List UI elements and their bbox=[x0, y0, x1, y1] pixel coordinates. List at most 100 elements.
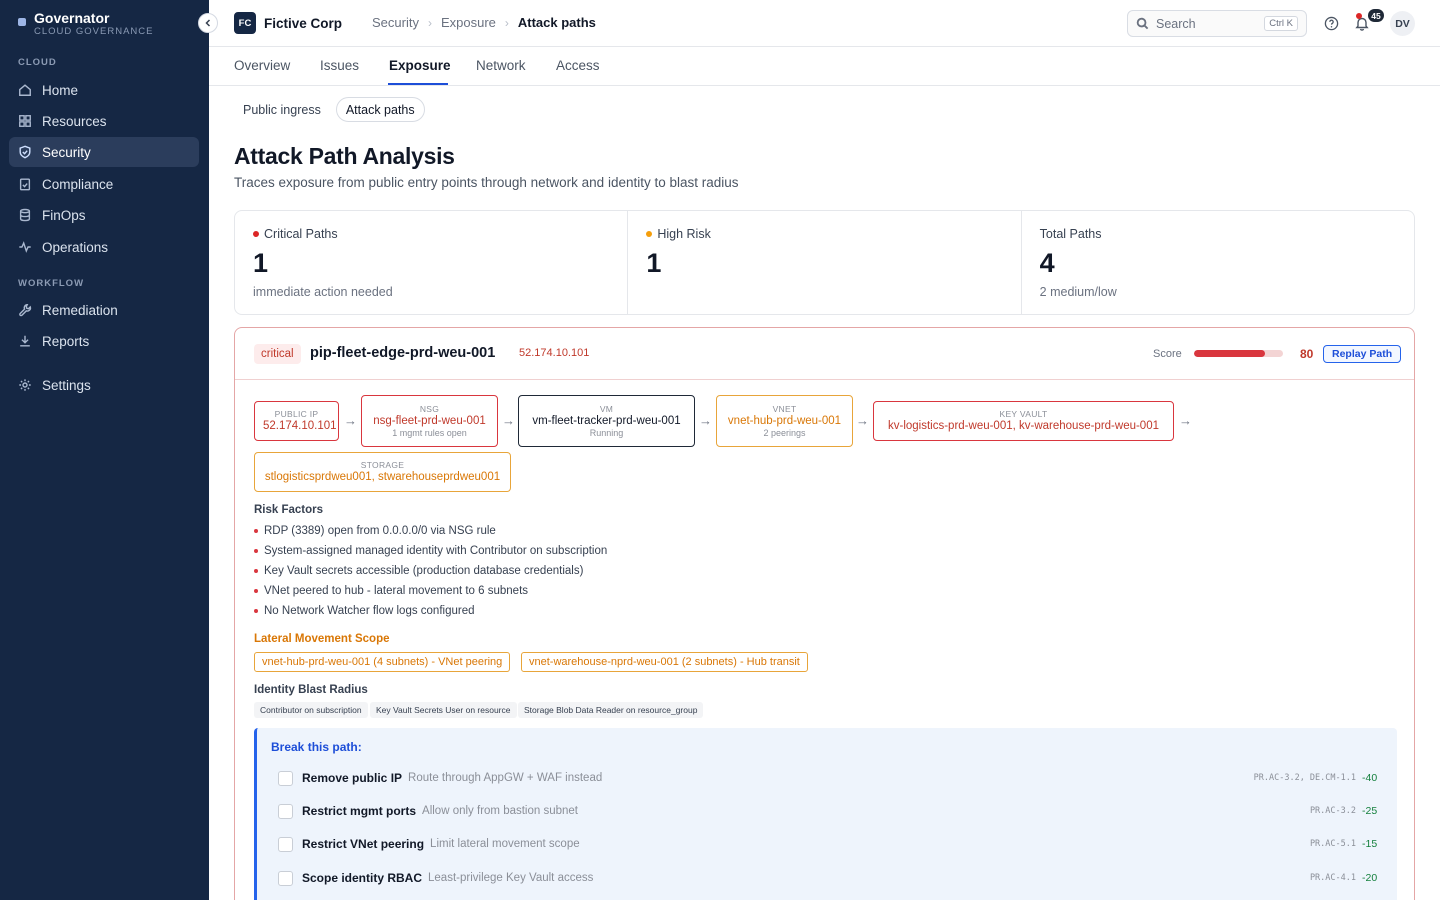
node-name: nsg-fleet-prd-weu-001 bbox=[373, 415, 486, 427]
stat-value: 4 bbox=[1039, 248, 1055, 278]
page-title: Attack Path Analysis bbox=[234, 143, 455, 169]
fix-option[interactable]: Restrict mgmt ports Allow only from bast… bbox=[278, 803, 1378, 819]
search-placeholder: Search bbox=[1156, 16, 1196, 31]
lateral-scope-chip[interactable]: vnet-warehouse-nprd-weu-001 (2 subnets) … bbox=[521, 652, 808, 672]
fix-checkbox[interactable] bbox=[278, 836, 293, 852]
stat-value: 1 bbox=[646, 248, 662, 278]
tab-issues[interactable]: Issues bbox=[320, 58, 359, 73]
fix-option[interactable]: Restrict VNet peering Limit lateral move… bbox=[278, 836, 1378, 852]
attack-path-card: critical pip-fleet-edge-prd-weu-001 52.1… bbox=[234, 327, 1415, 900]
path-node-public-ip[interactable]: PUBLIC IP 52.174.10.101 bbox=[254, 401, 339, 441]
lateral-scope-chip[interactable]: vnet-hub-prd-weu-001 (4 subnets) - VNet … bbox=[254, 652, 511, 672]
active-tab-indicator bbox=[388, 83, 448, 85]
fix-checkbox[interactable] bbox=[278, 803, 293, 819]
sidebar-item-label: Reports bbox=[42, 333, 90, 349]
breadcrumb-item[interactable]: Security bbox=[372, 15, 419, 30]
risk-text: Key Vault secrets accessible (production… bbox=[264, 565, 584, 577]
sidebar-item-home[interactable]: Home bbox=[9, 75, 199, 105]
identity-role-chip: Storage Blob Data Reader on resource_gro… bbox=[518, 702, 704, 718]
path-node-storage[interactable]: STORAGE stlogisticsprdweu001, stwarehous… bbox=[254, 452, 511, 492]
sidebar-item-settings[interactable]: Settings bbox=[9, 370, 199, 400]
sidebar: Governator CLOUD GOVERNANCE CLOUD Home R… bbox=[0, 0, 209, 900]
subtab-attack-paths[interactable]: Attack paths bbox=[335, 97, 425, 122]
path-node-nsg[interactable]: NSG nsg-fleet-prd-weu-001 1 mgmt rules o… bbox=[361, 395, 498, 447]
fix-controls: PR.AC-3.2, DE.CM-1.1 bbox=[1253, 773, 1356, 783]
identity-role-chip: Key Vault Secrets User on resource bbox=[370, 702, 517, 718]
risk-item: No Network Watcher flow logs configured bbox=[254, 605, 475, 617]
arrow-right-icon: → bbox=[1179, 413, 1192, 428]
bullet-icon bbox=[254, 549, 258, 553]
path-node-vnet[interactable]: VNET vnet-hub-prd-weu-001 2 peerings bbox=[716, 395, 853, 447]
breadcrumb-item[interactable]: Exposure bbox=[441, 15, 496, 30]
sidebar-item-reports[interactable]: Reports bbox=[9, 326, 199, 356]
arrow-right-icon: → bbox=[699, 413, 712, 428]
avatar[interactable]: DV bbox=[1390, 11, 1415, 36]
stat-label: Total Paths bbox=[1039, 227, 1102, 241]
sidebar-item-resources[interactable]: Resources bbox=[9, 106, 199, 136]
sidebar-item-finops[interactable]: FinOps bbox=[9, 200, 199, 230]
node-note: Running bbox=[589, 428, 624, 438]
database-icon bbox=[19, 208, 31, 222]
node-type: KEY VAULT bbox=[999, 409, 1048, 419]
sidebar-item-compliance[interactable]: Compliance bbox=[9, 169, 199, 199]
node-name: 52.174.10.101 bbox=[263, 420, 337, 432]
app-brand[interactable]: Governator CLOUD GOVERNANCE bbox=[18, 11, 153, 37]
node-type: PUBLIC IP bbox=[274, 409, 319, 419]
help-icon[interactable] bbox=[1324, 16, 1339, 31]
score-label: Score bbox=[1153, 348, 1182, 360]
tab-exposure[interactable]: Exposure bbox=[389, 58, 451, 73]
stat-critical-paths: Critical Paths 1 immediate action needed bbox=[235, 211, 629, 314]
fix-description: Allow only from bastion subnet bbox=[422, 805, 578, 817]
breadcrumb-current: Attack paths bbox=[517, 15, 596, 30]
fix-title: Scope identity RBAC bbox=[302, 871, 423, 885]
sidebar-item-remediation[interactable]: Remediation bbox=[9, 295, 199, 325]
node-name: kv-logistics-prd-weu-001, kv-warehouse-p… bbox=[888, 420, 1159, 432]
app-subtitle: CLOUD GOVERNANCE bbox=[34, 26, 154, 37]
path-node-vm[interactable]: VM vm-fleet-tracker-prd-weu-001 Running bbox=[518, 395, 695, 447]
tab-network[interactable]: Network bbox=[476, 58, 526, 73]
app-name: Governator bbox=[34, 10, 110, 26]
sidebar-item-security[interactable]: Security bbox=[9, 137, 199, 167]
risk-text: No Network Watcher flow logs configured bbox=[264, 605, 475, 617]
org-switcher[interactable]: FC Fictive Corp bbox=[234, 12, 342, 34]
risk-item: RDP (3389) open from 0.0.0.0/0 via NSG r… bbox=[254, 525, 496, 537]
break-path-panel: Break this path: Remove public IP Route … bbox=[254, 728, 1397, 900]
stat-note: 2 medium/low bbox=[1039, 285, 1117, 299]
node-type: VM bbox=[599, 404, 614, 414]
nav-section-cloud: CLOUD bbox=[18, 57, 57, 68]
sidebar-item-label: Operations bbox=[42, 239, 109, 255]
sidebar-item-label: Settings bbox=[42, 377, 91, 393]
node-name: vm-fleet-tracker-prd-weu-001 bbox=[532, 415, 681, 427]
fix-score-delta: -20 bbox=[1362, 872, 1378, 884]
fix-option[interactable]: Scope identity RBAC Least-privilege Key … bbox=[278, 870, 1378, 886]
path-node-key-vault[interactable]: KEY VAULT kv-logistics-prd-weu-001, kv-w… bbox=[873, 401, 1174, 441]
risk-text: System-assigned managed identity with Co… bbox=[264, 545, 608, 557]
fix-description: Limit lateral movement scope bbox=[430, 838, 580, 850]
fix-checkbox[interactable] bbox=[278, 870, 293, 886]
breadcrumb-separator-icon: › bbox=[504, 15, 509, 30]
fix-checkbox[interactable] bbox=[278, 770, 293, 786]
fix-option[interactable]: Remove public IP Route through AppGW + W… bbox=[278, 770, 1378, 786]
bullet-icon bbox=[254, 529, 258, 533]
arrow-right-icon: → bbox=[856, 413, 869, 428]
attack-path-ip: 52.174.10.101 bbox=[519, 347, 590, 359]
attack-path-header: critical pip-fleet-edge-prd-weu-001 52.1… bbox=[235, 328, 1414, 380]
logo-icon bbox=[18, 18, 26, 26]
collapse-sidebar-button[interactable] bbox=[198, 13, 218, 33]
sidebar-item-label: Remediation bbox=[42, 302, 118, 318]
breadcrumb: Security › Exposure › Attack paths bbox=[372, 15, 596, 30]
replay-path-button[interactable]: Replay Path bbox=[1323, 345, 1402, 363]
arrow-right-icon: → bbox=[344, 413, 357, 428]
high-dot-icon bbox=[646, 231, 653, 237]
score-bar-fill bbox=[1194, 350, 1266, 357]
tab-overview[interactable]: Overview bbox=[234, 58, 290, 73]
break-path-heading: Break this path: bbox=[271, 740, 362, 754]
sidebar-item-operations[interactable]: Operations bbox=[9, 232, 199, 262]
topbar: FC Fictive Corp Security › Exposure › At… bbox=[209, 0, 1440, 47]
identity-blast-radius-heading: Identity Blast Radius bbox=[254, 684, 368, 696]
risk-text: RDP (3389) open from 0.0.0.0/0 via NSG r… bbox=[264, 525, 496, 537]
tab-access[interactable]: Access bbox=[556, 58, 600, 73]
home-icon bbox=[19, 84, 31, 96]
subtab-public-ingress[interactable]: Public ingress bbox=[234, 97, 330, 122]
search-input[interactable]: Search Ctrl K bbox=[1127, 10, 1307, 37]
